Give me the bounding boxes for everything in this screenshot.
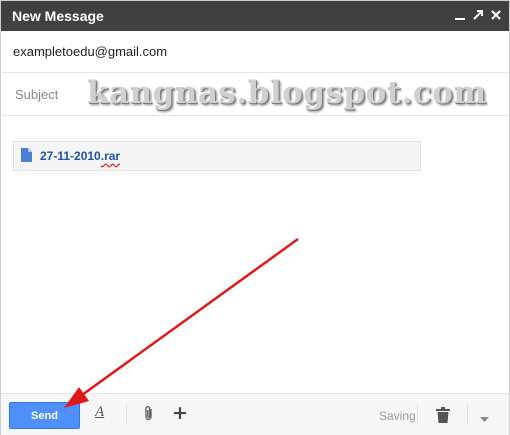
toolbar-divider — [467, 404, 468, 424]
plus-icon[interactable]: + — [172, 402, 188, 424]
attachment-chip[interactable]: 27-11-2010.rar — [13, 141, 421, 171]
compose-window: New Message exampletoedu@gmail.com kangn… — [0, 0, 510, 435]
paperclip-icon[interactable] — [143, 405, 154, 427]
close-icon[interactable] — [489, 6, 503, 24]
window-controls — [453, 6, 503, 24]
chevron-down-icon[interactable] — [480, 410, 489, 428]
attachment-name[interactable]: 27-11-2010.rar — [40, 149, 120, 163]
trash-icon[interactable] — [436, 407, 450, 428]
minimize-icon[interactable] — [453, 6, 467, 24]
saving-status: Saving — [379, 409, 416, 423]
compose-titlebar[interactable]: New Message — [1, 1, 509, 31]
file-icon — [21, 148, 32, 167]
format-text-icon[interactable]: A — [95, 404, 104, 421]
recipient-address: exampletoedu@gmail.com — [13, 44, 168, 59]
toolbar-divider — [126, 404, 127, 424]
watermark-text: kangnas.blogspot.com — [87, 75, 487, 111]
compose-toolbar: Send A + Saving — [1, 393, 509, 435]
popout-icon[interactable] — [471, 6, 485, 24]
attachment-extension: .rar — [100, 149, 121, 163]
compose-title: New Message — [12, 8, 104, 24]
toolbar-divider — [417, 404, 418, 424]
to-field[interactable]: exampletoedu@gmail.com — [2, 32, 508, 73]
send-button[interactable]: Send — [9, 402, 80, 429]
